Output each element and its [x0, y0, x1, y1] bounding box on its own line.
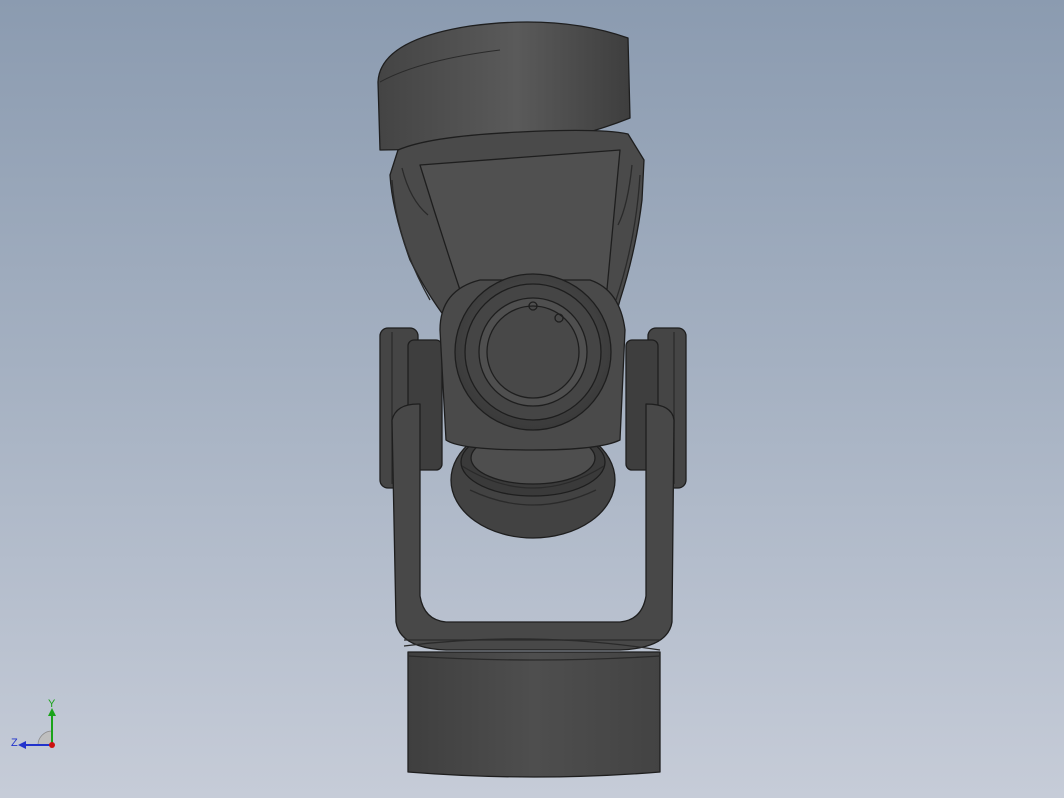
z-axis-label: Z	[11, 737, 18, 749]
cad-viewport[interactable]	[0, 0, 1064, 798]
axis-triad: Y Z	[11, 698, 56, 749]
y-axis-label: Y	[48, 698, 56, 710]
lower-shaft-cylinder	[407, 651, 661, 778]
x-axis-origin-icon	[49, 742, 55, 748]
center-bearing-hub	[454, 273, 612, 431]
universal-joint-model[interactable]	[377, 21, 687, 778]
